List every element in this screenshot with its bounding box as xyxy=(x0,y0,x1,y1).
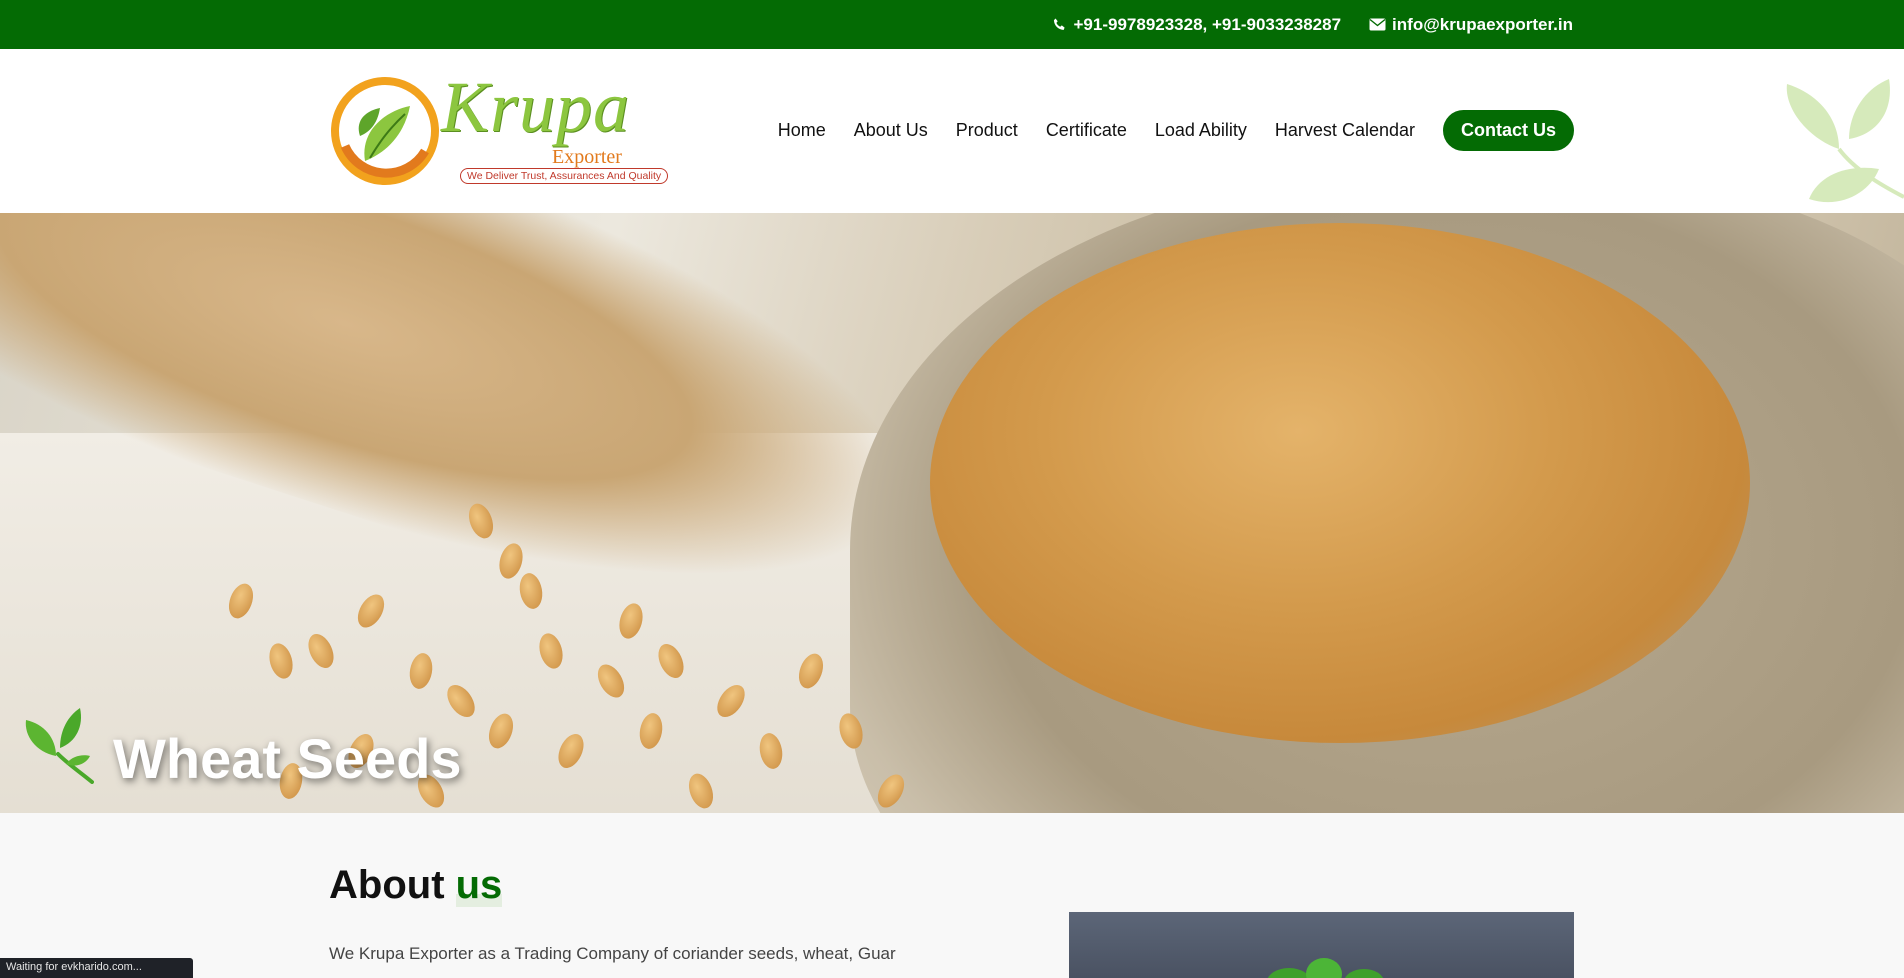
hero-grain-pile xyxy=(930,223,1750,743)
logo-wordmark: Krupa xyxy=(441,67,631,147)
logo-emblem-icon xyxy=(331,77,439,185)
hero-title: Wheat Seeds xyxy=(113,727,462,790)
nav-about-us[interactable]: About Us xyxy=(854,120,928,141)
about-heading-main: About xyxy=(329,863,456,907)
nav-home[interactable]: Home xyxy=(778,120,826,141)
site-logo[interactable]: Krupa Exporter We Deliver Trust, Assuran… xyxy=(330,67,669,190)
contact-us-button[interactable]: Contact Us xyxy=(1442,110,1574,151)
decorative-leaf-icon xyxy=(1786,79,1904,203)
email-address: info@krupaexporter.in xyxy=(1392,14,1573,34)
nav-certificate[interactable]: Certificate xyxy=(1046,120,1127,141)
about-heading-accent: us xyxy=(455,863,503,907)
hero-banner: Wheat Seeds xyxy=(0,213,1904,813)
leaf-icon xyxy=(25,708,94,784)
site-header: Krupa Exporter We Deliver Trust, Assuran… xyxy=(0,49,1904,213)
envelope-icon xyxy=(1369,18,1386,31)
browser-status-bar: Waiting for evkharido.com... xyxy=(0,958,193,978)
about-image xyxy=(1069,912,1574,978)
about-paragraph: We Krupa Exporter as a Trading Company o… xyxy=(329,944,896,963)
main-nav: Home About Us Product Certificate Load A… xyxy=(778,110,1574,151)
about-heading: About us xyxy=(329,863,503,908)
phone-numbers: +91-9978923328, +91-9033238287 xyxy=(1073,14,1342,34)
nav-product[interactable]: Product xyxy=(956,120,1018,141)
email-contact[interactable]: info@krupaexporter.in xyxy=(1369,15,1573,35)
phone-icon xyxy=(1052,17,1068,33)
top-contact-bar: +91-9978923328, +91-9033238287 info@krup… xyxy=(0,0,1904,49)
phone-contact[interactable]: +91-9978923328, +91-9033238287 xyxy=(1052,14,1342,35)
logo-subtitle: Exporter xyxy=(552,146,622,168)
sprout-icon xyxy=(1267,958,1384,978)
about-section: About us We Krupa Exporter as a Trading … xyxy=(0,813,1904,978)
logo-tagline: We Deliver Trust, Assurances And Quality xyxy=(460,168,669,184)
contact-info: +91-9978923328, +91-9033238287 info@krup… xyxy=(1052,0,1573,49)
nav-harvest-calendar[interactable]: Harvest Calendar xyxy=(1275,120,1415,141)
nav-load-ability[interactable]: Load Ability xyxy=(1155,120,1247,141)
